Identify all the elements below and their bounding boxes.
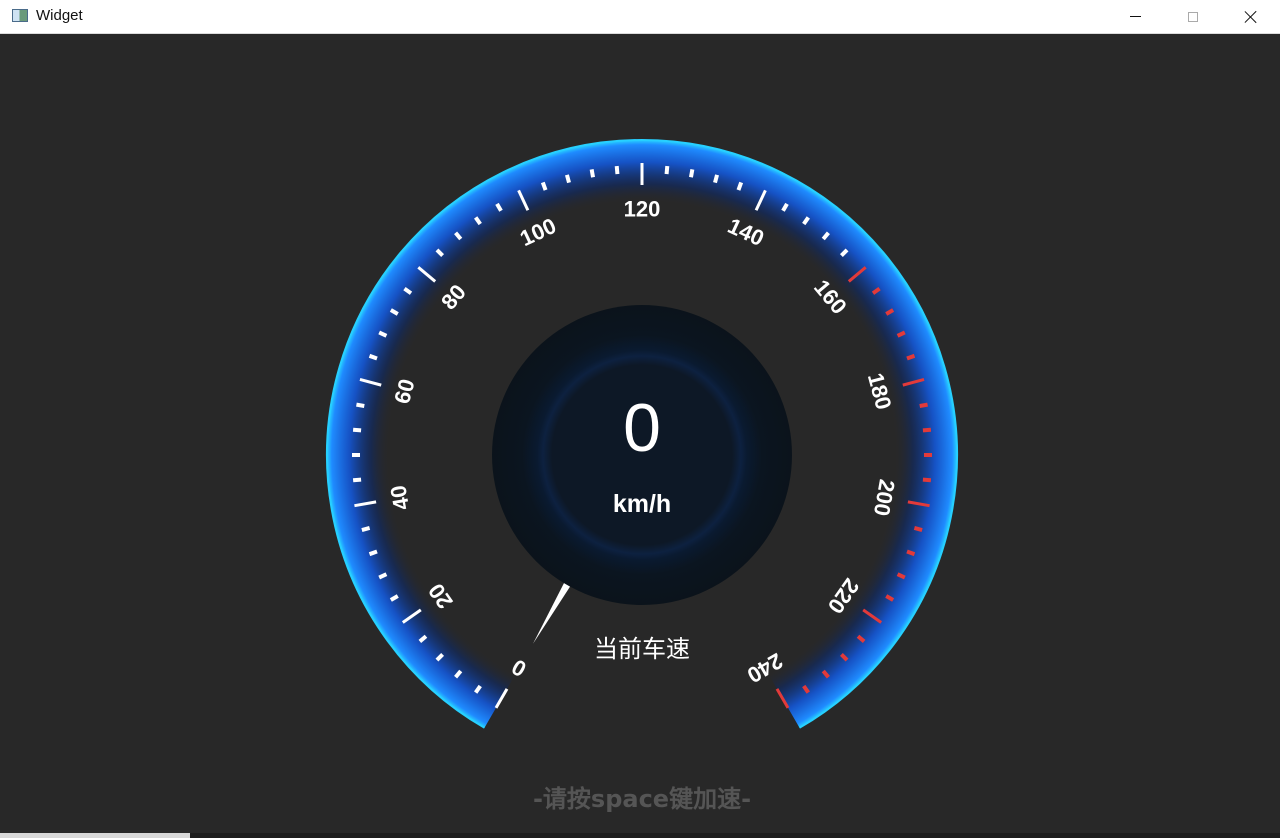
minimize-icon: [1129, 16, 1141, 17]
minor-tick: [922, 477, 932, 483]
taskbar-strip: [0, 833, 1280, 838]
minor-tick: [913, 526, 923, 532]
speed-readout: 0: [623, 390, 661, 466]
minor-tick: [919, 402, 928, 409]
minor-tick: [368, 353, 378, 361]
minor-tick: [356, 402, 365, 409]
acceleration-hint: -请按space键加速-: [532, 785, 752, 813]
speedometer-widget: 0 20 40 60 80 100 120 140 160 180 200 220 240 0 km/h…: [0, 34, 1280, 838]
minor-tick: [565, 174, 571, 184]
title-bar[interactable]: Widget: [0, 0, 1280, 34]
app-window: Widget 0 20 40 60 80 100 120 140 160 180…: [0, 0, 1280, 838]
minor-tick: [540, 181, 548, 191]
minor-tick: [736, 181, 744, 191]
maximize-button[interactable]: [1164, 0, 1222, 33]
taskbar-strip-highlight: [0, 833, 190, 838]
minor-tick: [713, 174, 719, 184]
minor-tick: [906, 549, 916, 557]
window-title: Widget: [36, 7, 83, 24]
app-window-icon: [12, 9, 28, 22]
speed-caption: 当前车速: [594, 635, 690, 663]
minor-tick: [352, 427, 362, 433]
minor-tick: [361, 526, 371, 532]
maximize-icon: [1188, 11, 1198, 22]
minor-tick: [614, 165, 620, 175]
minor-tick: [688, 169, 695, 178]
tick-label: 60: [389, 376, 419, 406]
minor-tick: [589, 169, 596, 178]
close-button[interactable]: [1222, 0, 1280, 33]
speed-unit-label: km/h: [612, 490, 672, 518]
minor-tick: [922, 427, 932, 433]
tick-label: 200: [869, 477, 900, 518]
tick-label: 40: [385, 483, 414, 511]
close-icon: [1244, 10, 1258, 24]
minimize-button[interactable]: [1106, 0, 1164, 33]
tick-label: 120: [624, 197, 661, 222]
minor-tick: [906, 353, 916, 361]
minor-tick: [352, 477, 362, 483]
minor-tick: [664, 165, 670, 175]
minor-tick: [368, 549, 378, 557]
